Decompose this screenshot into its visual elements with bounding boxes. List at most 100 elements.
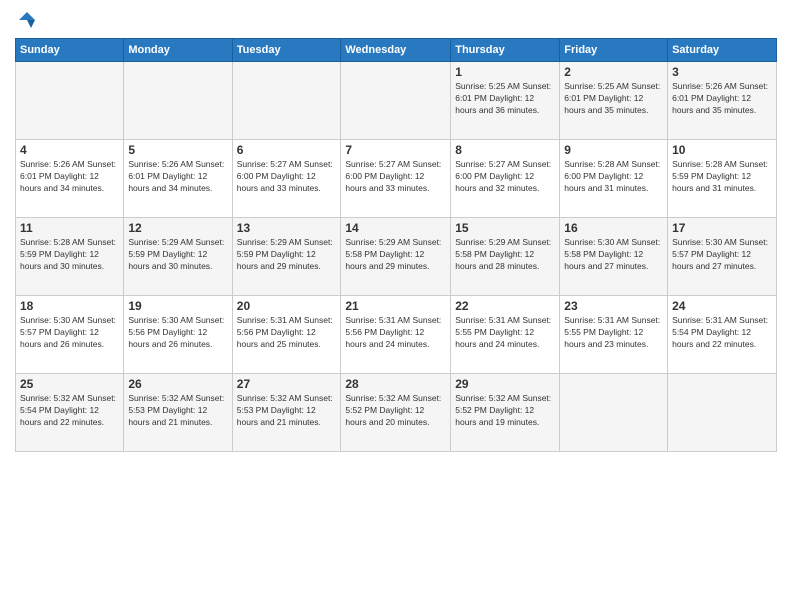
day-info: Sunrise: 5:32 AM Sunset: 5:54 PM Dayligh… — [20, 393, 119, 429]
day-info: Sunrise: 5:29 AM Sunset: 5:59 PM Dayligh… — [128, 237, 227, 273]
day-info: Sunrise: 5:27 AM Sunset: 6:00 PM Dayligh… — [345, 159, 446, 195]
day-number: 21 — [345, 299, 446, 313]
day-number: 27 — [237, 377, 337, 391]
logo-icon — [17, 10, 37, 30]
day-header-tuesday: Tuesday — [232, 39, 341, 62]
calendar-cell: 4 Sunrise: 5:26 AM Sunset: 6:01 PM Daylig… — [16, 140, 124, 218]
calendar-table: SundayMondayTuesdayWednesdayThursdayFrid… — [15, 38, 777, 452]
day-number: 14 — [345, 221, 446, 235]
day-info: Sunrise: 5:29 AM Sunset: 5:58 PM Dayligh… — [455, 237, 555, 273]
calendar-week-row: 18 Sunrise: 5:30 AM Sunset: 5:57 PM Dayli… — [16, 296, 777, 374]
calendar-cell: 12 Sunrise: 5:29 AM Sunset: 5:59 PM Dayli… — [124, 218, 232, 296]
day-number: 4 — [20, 143, 119, 157]
calendar-cell: 9 Sunrise: 5:28 AM Sunset: 6:00 PM Daylig… — [560, 140, 668, 218]
day-info: Sunrise: 5:30 AM Sunset: 5:56 PM Dayligh… — [128, 315, 227, 351]
day-number: 25 — [20, 377, 119, 391]
calendar-cell: 23 Sunrise: 5:31 AM Sunset: 5:55 PM Dayli… — [560, 296, 668, 374]
day-info: Sunrise: 5:28 AM Sunset: 5:59 PM Dayligh… — [672, 159, 772, 195]
day-number: 8 — [455, 143, 555, 157]
day-info: Sunrise: 5:31 AM Sunset: 5:56 PM Dayligh… — [345, 315, 446, 351]
day-number: 19 — [128, 299, 227, 313]
day-info: Sunrise: 5:27 AM Sunset: 6:00 PM Dayligh… — [455, 159, 555, 195]
calendar-cell: 17 Sunrise: 5:30 AM Sunset: 5:57 PM Dayli… — [668, 218, 777, 296]
calendar-cell: 11 Sunrise: 5:28 AM Sunset: 5:59 PM Dayli… — [16, 218, 124, 296]
calendar-cell: 5 Sunrise: 5:26 AM Sunset: 6:01 PM Daylig… — [124, 140, 232, 218]
day-info: Sunrise: 5:26 AM Sunset: 6:01 PM Dayligh… — [672, 81, 772, 117]
day-info: Sunrise: 5:32 AM Sunset: 5:52 PM Dayligh… — [455, 393, 555, 429]
day-info: Sunrise: 5:26 AM Sunset: 6:01 PM Dayligh… — [20, 159, 119, 195]
day-number: 2 — [564, 65, 663, 79]
calendar-cell: 24Sunrise: 5:31 AM Sunset: 5:54 PM Dayli… — [668, 296, 777, 374]
calendar-week-row: 25 Sunrise: 5:32 AM Sunset: 5:54 PM Dayli… — [16, 374, 777, 452]
day-number: 10 — [672, 143, 772, 157]
calendar-cell: 10 Sunrise: 5:28 AM Sunset: 5:59 PM Dayli… — [668, 140, 777, 218]
day-number: 5 — [128, 143, 227, 157]
day-number: 7 — [345, 143, 446, 157]
day-info: Sunrise: 5:25 AM Sunset: 6:01 PM Dayligh… — [455, 81, 555, 117]
day-info: Sunrise: 5:25 AM Sunset: 6:01 PM Dayligh… — [564, 81, 663, 117]
day-info: Sunrise: 5:32 AM Sunset: 5:53 PM Dayligh… — [128, 393, 227, 429]
day-info: Sunrise: 5:30 AM Sunset: 5:58 PM Dayligh… — [564, 237, 663, 273]
header — [15, 10, 777, 30]
day-info: Sunrise: 5:29 AM Sunset: 5:58 PM Dayligh… — [345, 237, 446, 273]
day-number: 13 — [237, 221, 337, 235]
calendar-cell — [668, 374, 777, 452]
day-info: Sunrise: 5:28 AM Sunset: 6:00 PM Dayligh… — [564, 159, 663, 195]
day-info: Sunrise: 5:31 AM Sunset: 5:55 PM Dayligh… — [564, 315, 663, 351]
day-number: 29 — [455, 377, 555, 391]
day-info: Sunrise: 5:28 AM Sunset: 5:59 PM Dayligh… — [20, 237, 119, 273]
day-info: Sunrise: 5:30 AM Sunset: 5:57 PM Dayligh… — [20, 315, 119, 351]
calendar-cell — [341, 62, 451, 140]
day-info: Sunrise: 5:31 AM Sunset: 5:56 PM Dayligh… — [237, 315, 337, 351]
day-info: Sunrise: 5:32 AM Sunset: 5:52 PM Dayligh… — [345, 393, 446, 429]
day-info: Sunrise: 5:27 AM Sunset: 6:00 PM Dayligh… — [237, 159, 337, 195]
day-header-friday: Friday — [560, 39, 668, 62]
calendar-cell: 29 Sunrise: 5:32 AM Sunset: 5:52 PM Dayli… — [451, 374, 560, 452]
calendar-header-row: SundayMondayTuesdayWednesdayThursdayFrid… — [16, 39, 777, 62]
calendar-cell: 21 Sunrise: 5:31 AM Sunset: 5:56 PM Dayli… — [341, 296, 451, 374]
day-header-sunday: Sunday — [16, 39, 124, 62]
day-number: 18 — [20, 299, 119, 313]
logo — [15, 10, 37, 30]
calendar-cell: 28 Sunrise: 5:32 AM Sunset: 5:52 PM Dayli… — [341, 374, 451, 452]
calendar-cell: 2 Sunrise: 5:25 AM Sunset: 6:01 PM Daylig… — [560, 62, 668, 140]
calendar-week-row: 1 Sunrise: 5:25 AM Sunset: 6:01 PM Daylig… — [16, 62, 777, 140]
day-number: 6 — [237, 143, 337, 157]
day-number: 23 — [564, 299, 663, 313]
day-number: 3 — [672, 65, 772, 79]
calendar-cell: 22 Sunrise: 5:31 AM Sunset: 5:55 PM Dayli… — [451, 296, 560, 374]
calendar-cell: 20Sunrise: 5:31 AM Sunset: 5:56 PM Dayli… — [232, 296, 341, 374]
day-header-thursday: Thursday — [451, 39, 560, 62]
day-number: 9 — [564, 143, 663, 157]
day-info: Sunrise: 5:26 AM Sunset: 6:01 PM Dayligh… — [128, 159, 227, 195]
day-info: Sunrise: 5:30 AM Sunset: 5:57 PM Dayligh… — [672, 237, 772, 273]
calendar-cell: 18 Sunrise: 5:30 AM Sunset: 5:57 PM Dayli… — [16, 296, 124, 374]
calendar-cell: 6 Sunrise: 5:27 AM Sunset: 6:00 PM Daylig… — [232, 140, 341, 218]
calendar-cell: 15 Sunrise: 5:29 AM Sunset: 5:58 PM Dayli… — [451, 218, 560, 296]
day-number: 12 — [128, 221, 227, 235]
calendar-cell: 25 Sunrise: 5:32 AM Sunset: 5:54 PM Dayli… — [16, 374, 124, 452]
day-number: 15 — [455, 221, 555, 235]
day-info: Sunrise: 5:29 AM Sunset: 5:59 PM Dayligh… — [237, 237, 337, 273]
calendar-cell: 7 Sunrise: 5:27 AM Sunset: 6:00 PM Daylig… — [341, 140, 451, 218]
calendar-cell: 16 Sunrise: 5:30 AM Sunset: 5:58 PM Dayli… — [560, 218, 668, 296]
day-header-wednesday: Wednesday — [341, 39, 451, 62]
calendar-cell: 1 Sunrise: 5:25 AM Sunset: 6:01 PM Daylig… — [451, 62, 560, 140]
day-header-saturday: Saturday — [668, 39, 777, 62]
day-number: 17 — [672, 221, 772, 235]
day-number: 11 — [20, 221, 119, 235]
day-info: Sunrise: 5:31 AM Sunset: 5:55 PM Dayligh… — [455, 315, 555, 351]
calendar-cell — [560, 374, 668, 452]
calendar-week-row: 11 Sunrise: 5:28 AM Sunset: 5:59 PM Dayli… — [16, 218, 777, 296]
calendar-cell: 14 Sunrise: 5:29 AM Sunset: 5:58 PM Dayli… — [341, 218, 451, 296]
calendar-cell: 3 Sunrise: 5:26 AM Sunset: 6:01 PM Daylig… — [668, 62, 777, 140]
day-number: 28 — [345, 377, 446, 391]
day-number: 1 — [455, 65, 555, 79]
calendar-cell — [16, 62, 124, 140]
day-number: 22 — [455, 299, 555, 313]
calendar-cell — [232, 62, 341, 140]
calendar-week-row: 4 Sunrise: 5:26 AM Sunset: 6:01 PM Daylig… — [16, 140, 777, 218]
day-number: 16 — [564, 221, 663, 235]
calendar-cell: 19 Sunrise: 5:30 AM Sunset: 5:56 PM Dayli… — [124, 296, 232, 374]
page-container: SundayMondayTuesdayWednesdayThursdayFrid… — [0, 0, 792, 462]
